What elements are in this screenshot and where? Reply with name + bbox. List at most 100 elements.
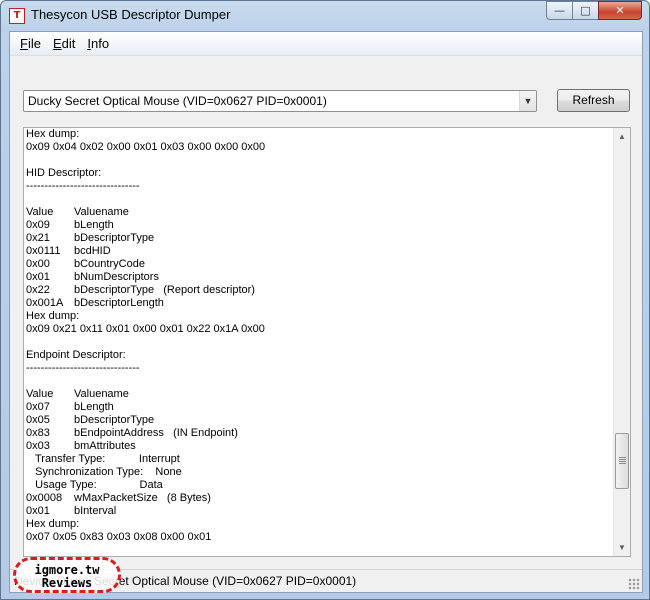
dump-text: Usage Type: Data [26, 479, 163, 491]
menu-file-accel: F [20, 36, 28, 51]
dump-line: Hex dump: [26, 128, 612, 141]
dump-line: Endpoint Descriptor: [26, 349, 612, 362]
dump-line: 0x09 bLength [26, 219, 612, 232]
dump-value: Value [26, 388, 54, 400]
dump-valuename: bEndpointAddress (IN Endpoint) [74, 427, 238, 439]
close-button[interactable]: ✕ [598, 1, 642, 20]
dump-text: 0x09 0x04 0x02 0x00 0x01 0x03 0x00 0x00 … [26, 141, 266, 153]
scrollbar-thumb[interactable] [615, 433, 629, 489]
dump-line: 0x83 bEndpointAddress (IN Endpoint) [26, 427, 612, 440]
dump-line: 0x07 bLength [26, 401, 612, 414]
title-bar[interactable]: T Thesycon USB Descriptor Dumper — □ ✕ [1, 1, 649, 31]
dump-line: 0x03 bmAttributes [26, 440, 612, 453]
menu-edit-label: dit [61, 36, 76, 51]
menu-info-label: nfo [91, 36, 110, 51]
menu-bar: File Edit Info [10, 32, 642, 56]
dump-valuename: Valuename [74, 206, 129, 218]
minimize-button[interactable]: — [546, 1, 572, 20]
menu-edit[interactable]: Edit [47, 34, 81, 53]
dump-valuename: bDescriptorLength [74, 297, 164, 309]
dump-valuename: bCountryCode [74, 258, 145, 270]
dump-text: 0x09 0x21 0x11 0x01 0x00 0x01 0x22 0x1A … [26, 323, 265, 335]
dump-valuename: bLength [74, 219, 114, 231]
dump-line: 0x0111 bcdHID [26, 245, 612, 258]
descriptor-text[interactable]: Hex dump: 0x09 0x04 0x02 0x00 0x01 0x03 0… [26, 128, 612, 556]
dump-value: 0x01 [26, 505, 50, 517]
dump-valuename: bDescriptorType [74, 232, 155, 244]
dump-line: 0x22 bDescriptorType (Report descriptor) [26, 284, 612, 297]
dump-line: 0x001A bDescriptorLength [26, 297, 612, 310]
dump-text: ------------------------------- [26, 362, 140, 374]
caption-buttons: — □ ✕ [546, 1, 642, 20]
dump-value: 0x001A [26, 297, 64, 309]
descriptor-output[interactable]: Hex dump: 0x09 0x04 0x02 0x00 0x01 0x03 0… [23, 127, 631, 557]
menu-info[interactable]: Info [81, 34, 115, 53]
dump-valuename: bcdHID [74, 245, 111, 257]
dump-value: 0x05 [26, 414, 50, 426]
dump-value: 0x09 [26, 219, 50, 231]
dump-line: Synchronization Type: None [26, 466, 612, 479]
dump-value: 0x07 [26, 401, 50, 413]
dump-text: Hex dump: [26, 518, 80, 530]
menu-file-label: ile [27, 36, 41, 51]
dump-line: ------------------------------- [26, 362, 612, 375]
dump-value: 0x0111 [26, 245, 61, 257]
dump-value: Value [26, 206, 54, 218]
dump-value: 0x03 [26, 440, 50, 452]
dump-line: Hex dump: [26, 518, 612, 531]
dump-valuename: wMaxPacketSize (8 Bytes) [74, 492, 211, 504]
device-dropdown-value: Ducky Secret Optical Mouse (VID=0x0627 P… [28, 94, 327, 108]
dump-line: 0x01 bInterval [26, 505, 612, 518]
close-icon: ✕ [615, 4, 625, 17]
dump-line [26, 193, 612, 206]
dump-line: ------------------------------- [26, 180, 612, 193]
dump-line: Usage Type: Data [26, 479, 612, 492]
dump-line: Hex dump: [26, 310, 612, 323]
dump-line: 0x09 0x04 0x02 0x00 0x01 0x03 0x00 0x00 … [26, 141, 612, 154]
dump-valuename: bLength [74, 401, 114, 413]
scroll-down-icon[interactable]: ▼ [614, 539, 630, 556]
dump-text: Endpoint Descriptor: [26, 349, 126, 361]
watermark-line2: Reviews [41, 576, 93, 590]
dump-valuename: bNumDescriptors [74, 271, 159, 283]
dump-text: ------------------------------- [26, 180, 140, 192]
dump-line: Value Valuename [26, 388, 612, 401]
dump-value: 0x0008 [26, 492, 63, 504]
dump-text: Hex dump: [26, 310, 80, 322]
grip-icon [619, 457, 626, 464]
dump-valuename: bmAttributes [74, 440, 136, 452]
maximize-icon: □ [580, 4, 591, 17]
maximize-button[interactable]: □ [572, 1, 598, 20]
dump-line: 0x01 bNumDescriptors [26, 271, 612, 284]
dump-line: 0x09 0x21 0x11 0x01 0x00 0x01 0x22 0x1A … [26, 323, 612, 336]
window-title: Thesycon USB Descriptor Dumper [31, 7, 231, 22]
dump-line: Transfer Type: Interrupt [26, 453, 612, 466]
minimize-icon: — [554, 4, 565, 17]
vertical-scrollbar[interactable]: ▲ ▼ [613, 128, 630, 556]
device-dropdown[interactable]: Ducky Secret Optical Mouse (VID=0x0627 P… [23, 90, 537, 112]
dump-line [26, 375, 612, 388]
resize-grip-icon[interactable] [628, 578, 640, 590]
dump-value: 0x21 [26, 232, 50, 244]
dump-text: HID Descriptor: [26, 167, 102, 179]
dump-value: 0x00 [26, 258, 50, 270]
refresh-button[interactable]: Refresh [557, 89, 630, 112]
dump-text: Hex dump: [26, 128, 80, 140]
app-icon[interactable]: T [9, 8, 25, 24]
menu-file[interactable]: File [14, 34, 47, 53]
dump-text: Synchronization Type: None [26, 466, 182, 478]
scroll-up-icon[interactable]: ▲ [614, 128, 630, 145]
dump-valuename: Valuename [74, 388, 129, 400]
dump-valuename: bDescriptorType (Report descriptor) [74, 284, 255, 296]
dump-line: Value Valuename [26, 206, 612, 219]
chevron-down-icon[interactable]: ▼ [519, 91, 536, 111]
dump-value: 0x83 [26, 427, 50, 439]
dump-value: 0x01 [26, 271, 50, 283]
dump-text: Transfer Type: Interrupt [26, 453, 180, 465]
app-window: T Thesycon USB Descriptor Dumper — □ ✕ F… [0, 0, 650, 600]
dump-valuename: bDescriptorType [74, 414, 155, 426]
dump-line [26, 336, 612, 349]
dump-line: HID Descriptor: [26, 167, 612, 180]
dump-line: 0x00 bCountryCode [26, 258, 612, 271]
dump-line: 0x07 0x05 0x83 0x03 0x08 0x00 0x01 [26, 531, 612, 544]
